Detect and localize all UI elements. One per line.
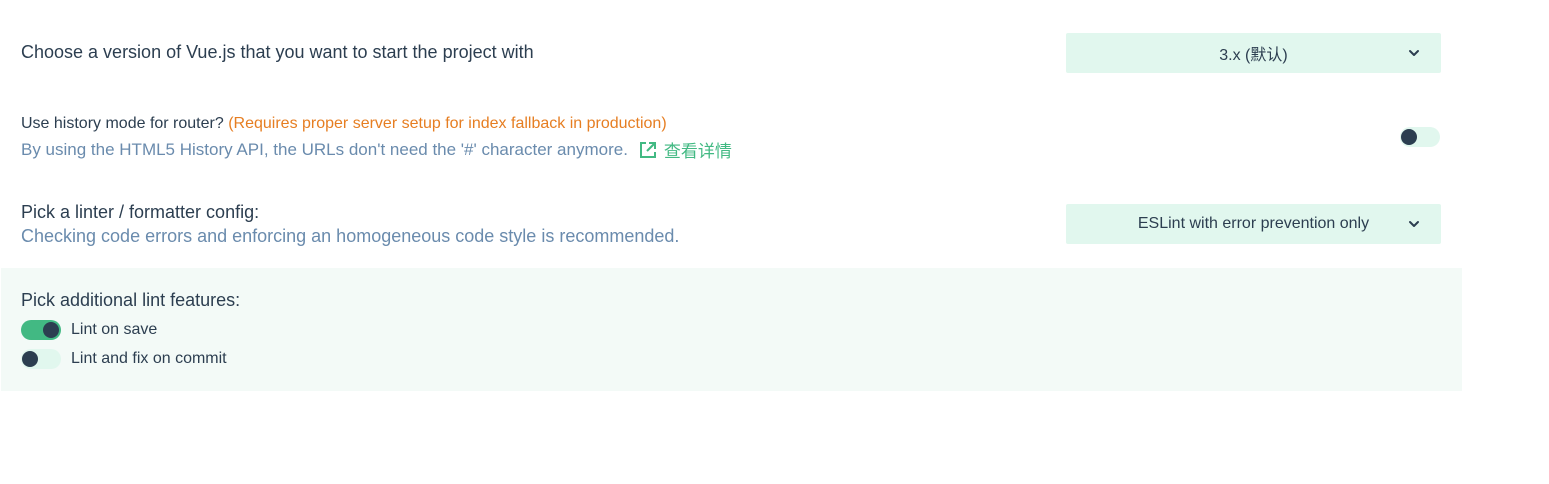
lint-features-panel: Pick additional lint features: Lint on s… xyxy=(1,268,1462,391)
lint-feature-item[interactable]: Lint on save xyxy=(21,320,157,340)
linter-label: Pick a linter / formatter config: xyxy=(21,202,260,222)
lint-features-label: Pick additional lint features: xyxy=(21,290,241,310)
history-mode-desc-line: By using the HTML5 History API, the URLs… xyxy=(21,137,732,162)
chevron-down-icon xyxy=(1409,221,1419,227)
chevron-down-icon xyxy=(1409,50,1419,56)
history-mode-label: Use history mode for router? xyxy=(21,115,224,132)
history-mode-link-text: 查看详情 xyxy=(663,142,732,161)
history-mode-description: By using the HTML5 History API, the URLs… xyxy=(21,139,628,159)
history-mode-warning: (Requires proper server setup for index … xyxy=(228,115,667,132)
vue-version-value: 3.x (默认) xyxy=(1219,47,1288,64)
history-mode-toggle[interactable] xyxy=(1400,127,1440,147)
lint-feature-label: Lint on save xyxy=(71,321,158,338)
toggle-knob xyxy=(1401,129,1417,145)
project-config-page: Choose a version of Vue.js that you want… xyxy=(0,0,1549,484)
lint-feature-item[interactable]: Lint and fix on commit xyxy=(21,349,227,369)
linter-value: ESLint with error prevention only xyxy=(1137,215,1370,232)
vue-version-label: Choose a version of Vue.js that you want… xyxy=(21,42,534,62)
toggle-knob xyxy=(22,351,38,367)
lint-fix-on-commit-toggle[interactable] xyxy=(21,349,61,369)
history-mode-title: Use history mode for router? (Requires p… xyxy=(21,115,667,133)
linter-description: Checking code errors and enforcing an ho… xyxy=(21,226,680,246)
toggle-knob xyxy=(43,322,59,338)
lint-feature-label: Lint and fix on commit xyxy=(71,350,227,367)
history-mode-more-link[interactable]: 查看详情 xyxy=(638,137,732,162)
external-link-icon xyxy=(639,141,656,158)
history-mode-row: Use history mode for router? (Requires p… xyxy=(0,113,1462,163)
linter-select[interactable]: ESLint with error prevention only xyxy=(1066,204,1441,244)
lint-on-save-toggle[interactable] xyxy=(21,320,61,340)
vue-version-select[interactable]: 3.x (默认) xyxy=(1066,33,1441,73)
